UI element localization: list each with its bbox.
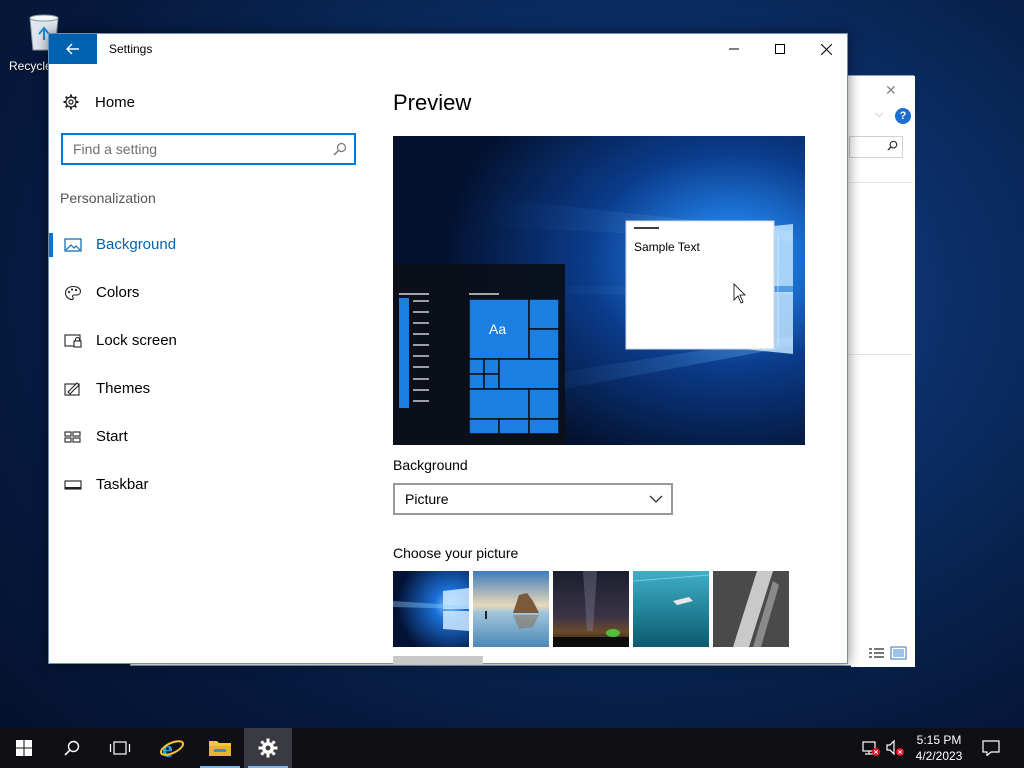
picture-thumbnail-underwater[interactable]	[633, 571, 709, 647]
section-title: Personalization	[60, 190, 156, 206]
picture-thumbnail-cliff[interactable]	[713, 571, 789, 647]
clock-time: 5:15 PM	[916, 733, 962, 747]
sidebar-item-label: Start	[96, 428, 128, 445]
close-icon	[820, 43, 832, 55]
explorer-view-toggle-icons[interactable]	[869, 646, 909, 660]
picture-thumbnail-windows[interactable]	[393, 571, 469, 647]
internet-explorer-button[interactable]: e	[148, 728, 196, 768]
preview-wallpaper-image	[393, 136, 805, 445]
explorer-close-icon[interactable]: ✕	[885, 82, 897, 99]
internet-explorer-icon: e	[159, 737, 185, 760]
background-preview: Aa Sample Text	[393, 136, 805, 445]
volume-muted-icon	[886, 739, 904, 756]
maximize-icon	[775, 44, 785, 54]
picture-thumbnail-night-sky[interactable]	[553, 571, 629, 647]
sidebar-item-start[interactable]: Start	[49, 419, 349, 455]
preview-heading: Preview	[393, 90, 472, 115]
task-view-button[interactable]	[96, 728, 144, 768]
sidebar-item-label: Background	[96, 236, 177, 253]
taskbar-icon	[64, 480, 82, 490]
explorer-chevron-down-icon[interactable]: ⌵	[875, 108, 883, 121]
gear-icon	[258, 738, 278, 758]
preview-sample-text: Sample Text	[634, 240, 700, 254]
back-button[interactable]	[49, 34, 97, 64]
sidebar-item-colors[interactable]: Colors	[49, 275, 349, 311]
taskbar: e 5:15 PM 4/2/2023	[0, 728, 1024, 768]
settings-taskbar-button[interactable]	[244, 728, 292, 768]
background-label: Background	[393, 457, 468, 473]
beach-rock-image	[473, 571, 549, 647]
explorer-search-box[interactable]	[849, 136, 903, 158]
choose-picture-label: Choose your picture	[393, 545, 519, 561]
underwater-swimmer-image	[633, 571, 709, 647]
window-title: Settings	[109, 42, 153, 56]
sidebar-item-label: Lock screen	[96, 332, 177, 349]
search-input[interactable]	[63, 135, 323, 163]
picture-icon	[64, 238, 82, 252]
start-icon	[64, 431, 81, 443]
windows-hero-image	[393, 571, 469, 647]
themes-icon	[64, 382, 80, 396]
close-button[interactable]	[803, 34, 849, 64]
palette-icon	[64, 285, 82, 301]
settings-window[interactable]: Settings Home Personalization	[48, 33, 848, 664]
search-button[interactable]	[48, 728, 96, 768]
file-explorer-button[interactable]	[196, 728, 244, 768]
preview-tile-label: Aa	[489, 321, 507, 337]
search-icon	[64, 740, 80, 756]
clock-date: 4/2/2023	[915, 749, 963, 763]
folder-icon	[209, 741, 231, 756]
clock[interactable]: 5:15 PM 4/2/2023	[910, 732, 968, 764]
maximize-button[interactable]	[757, 34, 803, 64]
horizontal-scrollbar-thumb[interactable]	[393, 656, 483, 664]
gear-icon	[63, 94, 79, 110]
start-button[interactable]	[0, 728, 48, 768]
nav-home-label: Home	[95, 93, 136, 111]
search-icon	[333, 142, 347, 156]
sidebar-item-label: Taskbar	[96, 476, 149, 493]
arrow-left-icon	[66, 43, 79, 55]
dropdown-value: Picture	[405, 491, 449, 507]
minimize-icon	[729, 48, 739, 50]
night-sky-image	[553, 571, 629, 647]
picture-thumbnails	[393, 571, 789, 647]
cliff-image	[713, 571, 789, 647]
picture-thumbnail-beach[interactable]	[473, 571, 549, 647]
find-setting-search[interactable]	[61, 133, 356, 165]
task-view-icon	[109, 741, 131, 755]
notifications-icon	[982, 740, 1000, 756]
explorer-search-icon	[887, 140, 898, 151]
title-bar[interactable]: Settings	[49, 34, 847, 64]
sidebar-item-background[interactable]: Background	[49, 227, 349, 263]
minimize-button[interactable]	[711, 34, 757, 64]
sidebar-item-themes[interactable]: Themes	[49, 371, 349, 407]
sidebar-item-taskbar[interactable]: Taskbar	[49, 467, 349, 503]
explorer-help-icon[interactable]: ?	[895, 108, 911, 124]
sidebar-item-label: Themes	[96, 380, 151, 397]
active-indicator	[49, 233, 53, 257]
sidebar-item-label: Colors	[96, 284, 140, 301]
lock-screen-icon	[64, 334, 82, 348]
nav-home[interactable]: Home	[63, 91, 135, 113]
explorer-divider	[849, 182, 913, 183]
windows-logo-icon	[16, 740, 32, 756]
action-center-button[interactable]	[970, 728, 1012, 768]
explorer-right-pane	[851, 76, 915, 667]
sidebar-item-lock-screen[interactable]: Lock screen	[49, 323, 349, 359]
chevron-down-icon	[649, 495, 663, 503]
background-type-dropdown[interactable]: Picture	[393, 483, 673, 515]
explorer-divider	[849, 354, 913, 355]
